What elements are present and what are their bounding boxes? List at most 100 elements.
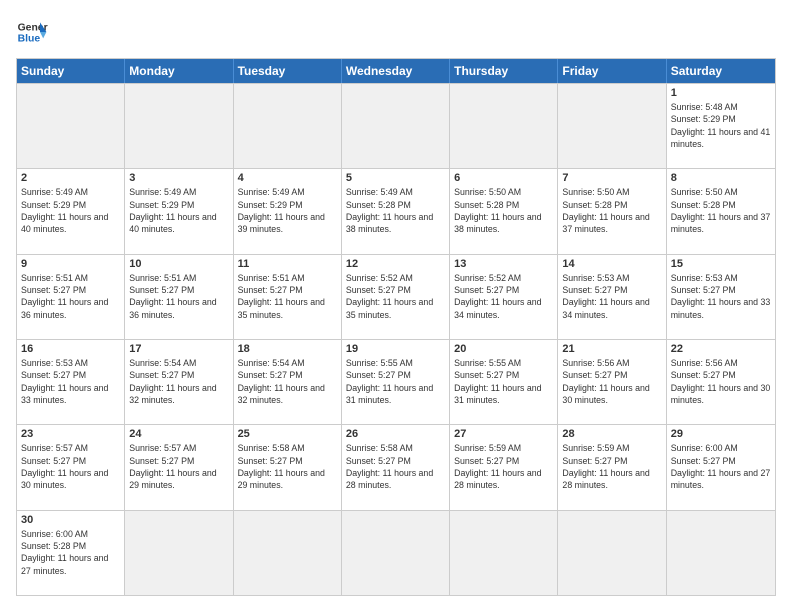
day-info: Sunrise: 5:57 AMSunset: 5:27 PMDaylight:… [21,442,120,491]
day-info: Sunrise: 5:55 AMSunset: 5:27 PMDaylight:… [454,357,553,406]
day-info: Sunrise: 5:53 AMSunset: 5:27 PMDaylight:… [671,272,771,321]
calendar-cell: 19 Sunrise: 5:55 AMSunset: 5:27 PMDayligh… [342,340,450,424]
calendar-week-row: 2 Sunrise: 5:49 AMSunset: 5:29 PMDaylight… [17,168,775,253]
day-info: Sunrise: 5:53 AMSunset: 5:27 PMDaylight:… [21,357,120,406]
calendar-cell: 6 Sunrise: 5:50 AMSunset: 5:28 PMDaylight… [450,169,558,253]
calendar-cell: 29 Sunrise: 6:00 AMSunset: 5:27 PMDayligh… [667,425,775,509]
calendar-cell: 7 Sunrise: 5:50 AMSunset: 5:28 PMDaylight… [558,169,666,253]
calendar-cell: 15 Sunrise: 5:53 AMSunset: 5:27 PMDayligh… [667,255,775,339]
calendar-cell: 25 Sunrise: 5:58 AMSunset: 5:27 PMDayligh… [234,425,342,509]
calendar-cell: 18 Sunrise: 5:54 AMSunset: 5:27 PMDayligh… [234,340,342,424]
day-number: 27 [454,428,553,440]
day-info: Sunrise: 5:58 AMSunset: 5:27 PMDaylight:… [346,442,445,491]
day-info: Sunrise: 5:49 AMSunset: 5:29 PMDaylight:… [21,186,120,235]
day-number: 22 [671,343,771,355]
day-info: Sunrise: 5:51 AMSunset: 5:27 PMDaylight:… [21,272,120,321]
day-number: 30 [21,514,120,526]
calendar-header: SundayMondayTuesdayWednesdayThursdayFrid… [17,59,775,83]
calendar-cell: 24Sunrise: 5:57 AMSunset: 5:27 PMDayligh… [125,425,233,509]
day-info: Sunrise: 5:50 AMSunset: 5:28 PMDaylight:… [454,186,553,235]
day-of-week-header: Friday [558,59,666,83]
day-info: Sunrise: 5:51 AMSunset: 5:27 PMDaylight:… [129,272,228,321]
calendar-cell: 1 Sunrise: 5:48 AMSunset: 5:29 PMDaylight… [667,84,775,168]
day-info: Sunrise: 5:58 AMSunset: 5:27 PMDaylight:… [238,442,337,491]
day-of-week-header: Sunday [17,59,125,83]
day-number: 25 [238,428,337,440]
day-info: Sunrise: 5:50 AMSunset: 5:28 PMDaylight:… [671,186,771,235]
day-info: Sunrise: 6:00 AMSunset: 5:28 PMDaylight:… [21,528,120,577]
day-number: 16 [21,343,120,355]
day-number: 15 [671,258,771,270]
calendar-cell [558,511,666,595]
calendar-cell [558,84,666,168]
calendar-body: 1 Sunrise: 5:48 AMSunset: 5:29 PMDaylight… [17,83,775,595]
calendar-cell: 4 Sunrise: 5:49 AMSunset: 5:29 PMDaylight… [234,169,342,253]
calendar-cell: 20 Sunrise: 5:55 AMSunset: 5:27 PMDayligh… [450,340,558,424]
day-number: 14 [562,258,661,270]
day-info: Sunrise: 6:00 AMSunset: 5:27 PMDaylight:… [671,442,771,491]
day-number: 21 [562,343,661,355]
day-info: Sunrise: 5:52 AMSunset: 5:27 PMDaylight:… [454,272,553,321]
calendar-cell: 28Sunrise: 5:59 AMSunset: 5:27 PMDayligh… [558,425,666,509]
day-number: 11 [238,258,337,270]
general-blue-logo-icon: General Blue [16,16,48,48]
calendar-cell: 22 Sunrise: 5:56 AMSunset: 5:27 PMDayligh… [667,340,775,424]
day-number: 29 [671,428,771,440]
calendar-cell: 16 Sunrise: 5:53 AMSunset: 5:27 PMDayligh… [17,340,125,424]
calendar: SundayMondayTuesdayWednesdayThursdayFrid… [16,58,776,596]
day-number: 20 [454,343,553,355]
day-number: 19 [346,343,445,355]
calendar-cell: 14Sunrise: 5:53 AMSunset: 5:27 PMDayligh… [558,255,666,339]
calendar-cell: 3Sunrise: 5:49 AMSunset: 5:29 PMDaylight… [125,169,233,253]
day-info: Sunrise: 5:50 AMSunset: 5:28 PMDaylight:… [562,186,661,235]
calendar-cell [450,84,558,168]
day-of-week-header: Wednesday [342,59,450,83]
calendar-cell: 27 Sunrise: 5:59 AMSunset: 5:27 PMDayligh… [450,425,558,509]
day-of-week-header: Thursday [450,59,558,83]
calendar-week-row: 9 Sunrise: 5:51 AMSunset: 5:27 PMDaylight… [17,254,775,339]
day-number: 1 [671,87,771,99]
svg-text:Blue: Blue [18,34,41,45]
calendar-cell [125,511,233,595]
calendar-cell: 23Sunrise: 5:57 AMSunset: 5:27 PMDayligh… [17,425,125,509]
day-number: 24 [129,428,228,440]
day-number: 6 [454,172,553,184]
day-info: Sunrise: 5:48 AMSunset: 5:29 PMDaylight:… [671,101,771,150]
day-number: 9 [21,258,120,270]
day-info: Sunrise: 5:49 AMSunset: 5:29 PMDaylight:… [129,186,228,235]
day-info: Sunrise: 5:54 AMSunset: 5:27 PMDaylight:… [238,357,337,406]
day-number: 17 [129,343,228,355]
day-of-week-header: Tuesday [234,59,342,83]
day-info: Sunrise: 5:49 AMSunset: 5:29 PMDaylight:… [238,186,337,235]
day-number: 10 [129,258,228,270]
calendar-week-row: 16 Sunrise: 5:53 AMSunset: 5:27 PMDayligh… [17,339,775,424]
calendar-cell: 9 Sunrise: 5:51 AMSunset: 5:27 PMDaylight… [17,255,125,339]
day-number: 26 [346,428,445,440]
calendar-cell: 11 Sunrise: 5:51 AMSunset: 5:27 PMDayligh… [234,255,342,339]
day-number: 2 [21,172,120,184]
calendar-week-row: 23Sunrise: 5:57 AMSunset: 5:27 PMDayligh… [17,424,775,509]
day-number: 18 [238,343,337,355]
day-number: 13 [454,258,553,270]
calendar-cell: 5Sunrise: 5:49 AMSunset: 5:28 PMDaylight… [342,169,450,253]
calendar-cell [125,84,233,168]
calendar-cell: 10 Sunrise: 5:51 AMSunset: 5:27 PMDayligh… [125,255,233,339]
calendar-cell: 12Sunrise: 5:52 AMSunset: 5:27 PMDayligh… [342,255,450,339]
day-info: Sunrise: 5:55 AMSunset: 5:27 PMDaylight:… [346,357,445,406]
day-number: 4 [238,172,337,184]
page: General Blue SundayMondayTuesdayWednesda… [0,0,792,612]
day-info: Sunrise: 5:51 AMSunset: 5:27 PMDaylight:… [238,272,337,321]
calendar-cell [234,84,342,168]
day-number: 7 [562,172,661,184]
day-info: Sunrise: 5:59 AMSunset: 5:27 PMDaylight:… [562,442,661,491]
day-info: Sunrise: 5:52 AMSunset: 5:27 PMDaylight:… [346,272,445,321]
day-info: Sunrise: 5:56 AMSunset: 5:27 PMDaylight:… [671,357,771,406]
calendar-week-row: 1 Sunrise: 5:48 AMSunset: 5:29 PMDaylight… [17,83,775,168]
calendar-cell [17,84,125,168]
calendar-cell [342,511,450,595]
day-info: Sunrise: 5:59 AMSunset: 5:27 PMDaylight:… [454,442,553,491]
calendar-cell: 2 Sunrise: 5:49 AMSunset: 5:29 PMDaylight… [17,169,125,253]
logo: General Blue [16,16,48,48]
day-of-week-header: Monday [125,59,233,83]
calendar-cell: 13 Sunrise: 5:52 AMSunset: 5:27 PMDayligh… [450,255,558,339]
